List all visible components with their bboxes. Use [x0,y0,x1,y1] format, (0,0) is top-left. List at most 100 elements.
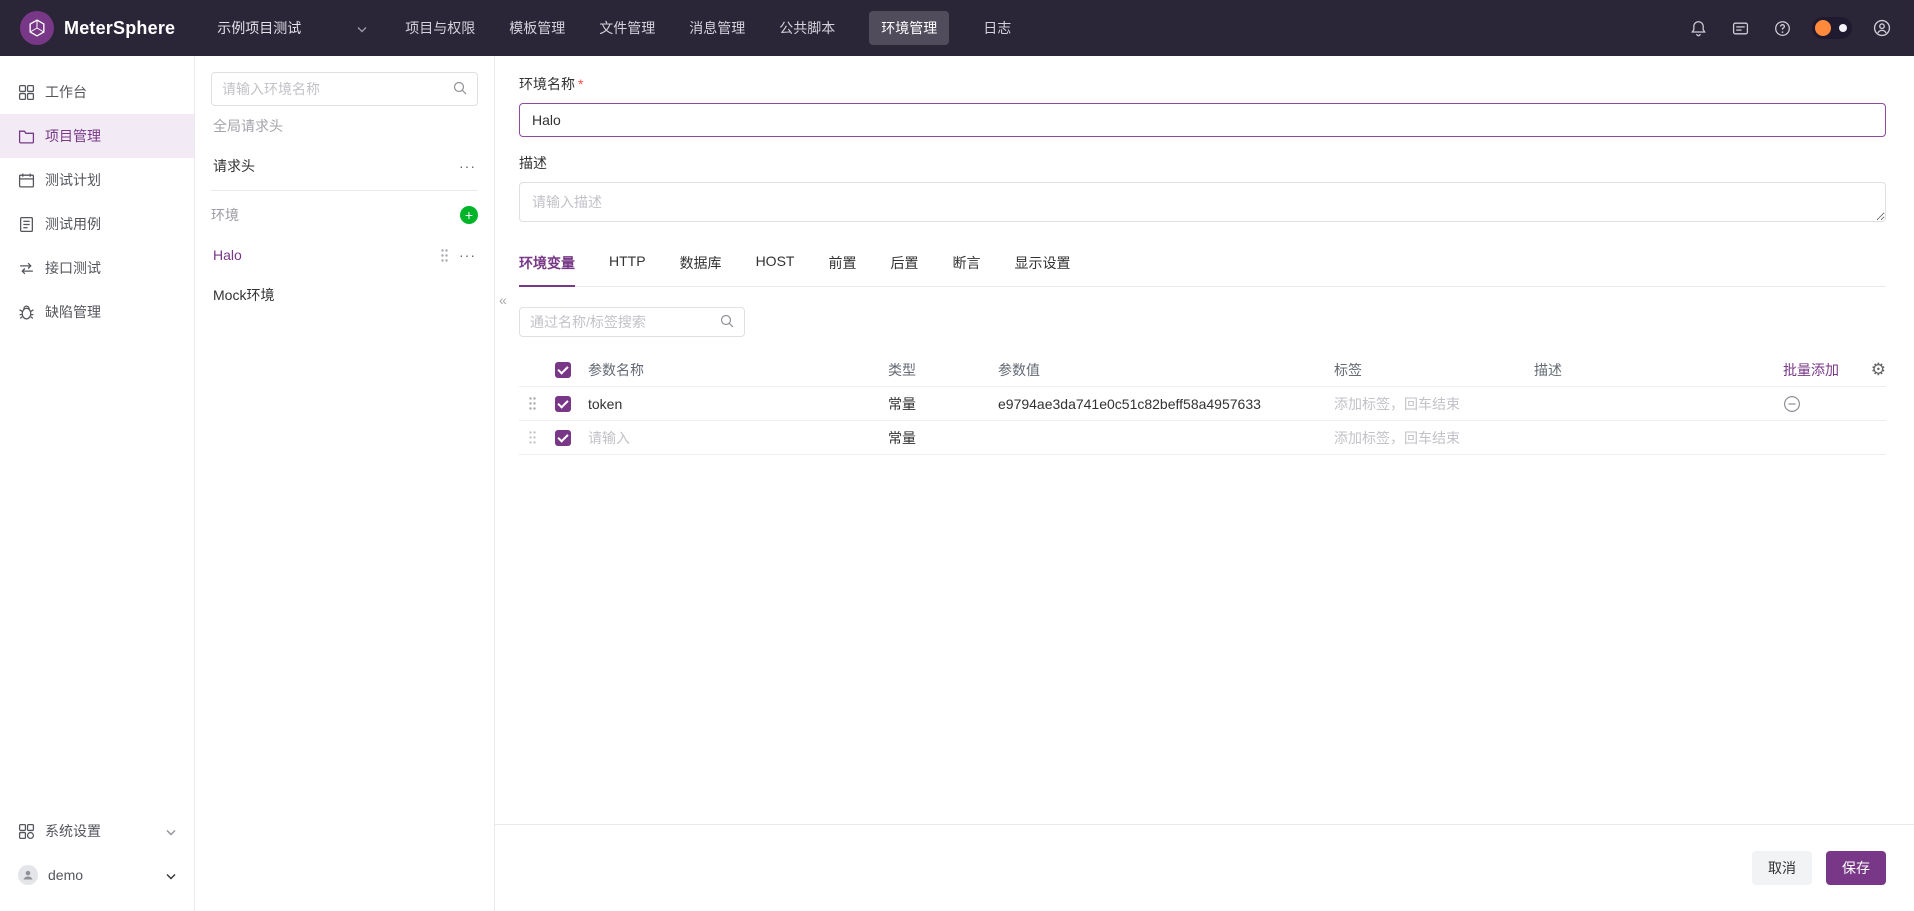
notification-bell-icon[interactable] [1686,16,1710,40]
row-checkbox[interactable] [555,430,571,446]
brand-name: MeterSphere [64,18,175,39]
collapse-panel-icon[interactable]: « [499,292,507,308]
batch-add-link[interactable]: 批量添加 [1783,360,1839,380]
file-list-icon [18,216,35,233]
env-group-label: 环境 [211,205,239,225]
nav-item-messages[interactable]: 消息管理 [689,11,745,45]
tab-post-processor[interactable]: 后置 [890,243,918,286]
env-list-item-mock[interactable]: Mock环境 [211,275,478,315]
list-item-request-header[interactable]: 请求头 ··· [211,146,478,186]
header-desc: 描述 [1527,360,1776,380]
cancel-button[interactable]: 取消 [1752,851,1812,885]
remove-row-icon[interactable] [1783,395,1801,413]
bug-icon [18,304,35,321]
settings-icon [18,823,35,840]
project-selector[interactable]: 示例项目测试 [217,18,367,38]
tag-input-cell[interactable]: 添加标签，回车结束 [1327,394,1527,414]
param-type-cell[interactable]: 常量 [881,428,991,448]
theme-toggle[interactable] [1812,17,1852,39]
nav-item-logs[interactable]: 日志 [983,11,1011,45]
description-textarea[interactable] [519,182,1886,222]
sidebar-item-api-test[interactable]: 接口测试 [0,246,194,290]
sidebar-item-system-settings[interactable]: 系统设置 [0,809,194,853]
add-environment-button[interactable]: + [460,206,478,224]
sidebar-item-defect-management[interactable]: 缺陷管理 [0,290,194,334]
tab-display-settings[interactable]: 显示设置 [1014,243,1070,286]
main-area: 工作台 项目管理 测试计划 测试用例 接口测试 缺陷管理 [0,56,1914,911]
panel-divider [211,190,478,191]
param-value-cell[interactable]: e9794ae3da741e0c51c82beff58a4957633 [991,396,1327,412]
header-type: 类型 [881,360,991,380]
sidebar-item-label: 缺陷管理 [45,302,101,322]
sidebar-item-label: 测试计划 [45,170,101,190]
variable-table-toolbar [519,307,1886,337]
environment-form: 环境名称* 描述 环境变量 HTTP 数据库 HOST 前置 后置 断言 显示设… [495,56,1914,824]
tab-pre-processor[interactable]: 前置 [828,243,856,286]
tag-input-cell[interactable]: 添加标签，回车结束 [1327,428,1527,448]
sidebar-bottom: 系统设置 demo [0,809,194,897]
top-nav-items: 项目与权限 模板管理 文件管理 消息管理 公共脚本 环境管理 日志 [405,11,1011,45]
environment-panel: 全局请求头 请求头 ··· 环境 + Halo ··· Mock环境 [195,56,495,911]
nav-item-files[interactable]: 文件管理 [599,11,655,45]
param-name-cell[interactable]: 请输入 [581,428,881,448]
env-name-input[interactable] [519,103,1886,137]
header-param-value: 参数值 [991,360,1327,380]
calendar-icon [18,172,35,189]
nav-item-project-permission[interactable]: 项目与权限 [405,11,475,45]
tab-http[interactable]: HTTP [609,243,646,286]
env-list-item-halo[interactable]: Halo ··· [211,235,478,275]
chevron-down-icon [357,20,367,36]
row-checkbox[interactable] [555,396,571,412]
more-actions-icon[interactable]: ··· [459,158,476,174]
left-sidebar: 工作台 项目管理 测试计划 测试用例 接口测试 缺陷管理 [0,56,195,911]
user-avatar [18,865,38,885]
param-type-cell[interactable]: 常量 [881,394,991,414]
drag-handle-icon[interactable] [440,248,449,263]
feedback-card-icon[interactable] [1728,16,1752,40]
navbar-actions [1686,16,1894,40]
nav-item-environment[interactable]: 环境管理 [869,11,949,45]
sidebar-item-workbench[interactable]: 工作台 [0,70,194,114]
description-label: 描述 [519,153,1886,173]
select-all-checkbox[interactable] [555,362,571,378]
tab-database[interactable]: 数据库 [680,243,722,286]
save-button[interactable]: 保存 [1826,851,1886,885]
required-asterisk: * [578,76,583,92]
nav-item-public-script[interactable]: 公共脚本 [779,11,835,45]
sidebar-item-label: 项目管理 [45,126,101,146]
table-header-row: 参数名称 类型 参数值 标签 描述 批量添加 ⚙ [519,353,1886,387]
env-group-header: 环境 + [211,195,478,235]
chevron-down-icon [166,867,176,883]
user-account-icon[interactable] [1870,16,1894,40]
metersphere-logo-icon [20,11,54,45]
tab-env-variables[interactable]: 环境变量 [519,243,575,287]
help-icon[interactable] [1770,16,1794,40]
brand: MeterSphere [20,11,175,45]
env-name: Mock环境 [213,285,274,305]
env-config-tabs: 环境变量 HTTP 数据库 HOST 前置 后置 断言 显示设置 [519,243,1886,287]
param-name-cell[interactable]: token [581,396,881,412]
variable-search-input[interactable] [530,314,720,330]
header-tag: 标签 [1327,360,1527,380]
nav-item-template[interactable]: 模板管理 [509,11,565,45]
dashboard-icon [18,84,35,101]
drag-handle-icon[interactable] [519,430,545,445]
sidebar-item-project-management[interactable]: 项目管理 [0,114,194,158]
tab-host[interactable]: HOST [756,243,795,286]
sidebar-item-test-plan[interactable]: 测试计划 [0,158,194,202]
list-item-label: 全局请求头 [213,116,283,136]
sidebar-item-label: 工作台 [45,82,87,102]
column-settings-gear-icon[interactable]: ⚙ [1871,360,1886,380]
sidebar-user-menu[interactable]: demo [0,853,194,897]
environment-detail: « 环境名称* 描述 环境变量 HTTP 数据库 HOST 前置 后置 断 [495,56,1914,911]
drag-handle-icon[interactable] [519,396,545,411]
sidebar-item-test-case[interactable]: 测试用例 [0,202,194,246]
sidebar-item-label: 测试用例 [45,214,101,234]
env-search-input[interactable] [222,81,453,97]
more-actions-icon[interactable]: ··· [459,247,476,263]
search-icon [720,314,734,331]
list-item-global-request-header[interactable]: 全局请求头 [211,106,478,146]
list-item-label: 请求头 [213,156,255,176]
tab-assertion[interactable]: 断言 [952,243,980,286]
variables-table: 参数名称 类型 参数值 标签 描述 批量添加 ⚙ [519,353,1886,455]
